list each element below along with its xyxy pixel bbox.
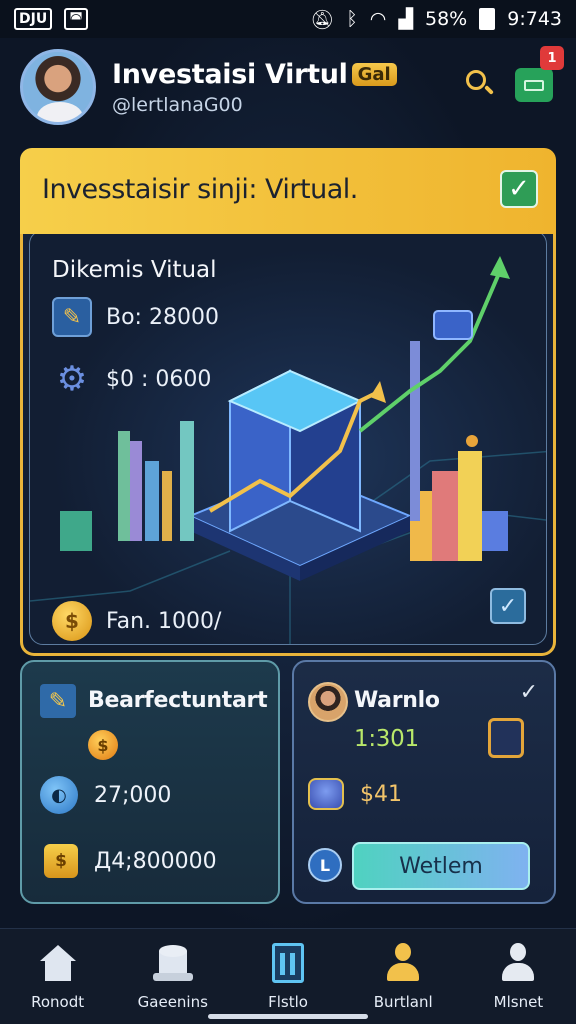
clock-icon: L: [308, 848, 342, 882]
wifi-icon: ◠: [369, 8, 387, 30]
left-card-header: ✎: [40, 684, 76, 718]
home-indicator[interactable]: [208, 1014, 368, 1019]
status-app-badge: DJU: [14, 8, 53, 30]
stat-label: Bo: 28000: [106, 304, 219, 330]
user-gold-icon: [383, 943, 423, 983]
nav-label: Burtlanl: [373, 993, 433, 1011]
search-icon: [466, 70, 486, 90]
search-icon-handle: [484, 85, 494, 95]
right-card-header: [308, 682, 348, 722]
nav-item-portfolio[interactable]: Flstlo: [230, 929, 345, 1024]
nav-label: Flstlo: [268, 993, 308, 1011]
user-card-icon: [488, 718, 524, 758]
pencil-icon: ✎: [40, 684, 76, 718]
promo-banner: Invesstaisir sinji: Virtual. ✓: [20, 148, 556, 234]
image-icon: ◚: [64, 8, 88, 30]
right-amount: $41: [360, 781, 402, 807]
page-title: Investaisi Virtul: [112, 58, 348, 90]
bluetooth-icon: ᛒ: [346, 8, 358, 30]
confirm-checkbox[interactable]: ✓: [490, 588, 526, 624]
search-button[interactable]: [462, 66, 498, 102]
coin-icon: $: [52, 601, 92, 641]
portfolio-icon: [268, 943, 308, 983]
title-badge: Gal: [351, 62, 397, 86]
left-card-value-2: $ Д4;800000: [44, 844, 217, 878]
status-left: DJU ◚: [14, 8, 88, 30]
banner-checkbox[interactable]: ✓: [500, 170, 538, 208]
nav-label: Gaeenins: [137, 993, 208, 1011]
city-growth-illustration: [30, 256, 546, 644]
action-button[interactable]: Wetlem: [352, 842, 530, 890]
cash-icon: $: [44, 844, 78, 878]
stat-row-balance: ✎ Bo: 28000: [52, 297, 219, 337]
portfolio-heading: Dikemis Vitual: [52, 257, 217, 283]
banner-title: Invesstaisir sinji: Virtual.: [42, 174, 358, 205]
user-block: Investaisi Virtul Gal @lertlanaG00: [112, 59, 397, 116]
mute-icon: 🔕︎: [310, 8, 335, 31]
status-bar: DJU ◚ 🔕︎ ᛒ ◠ ▟ 58% 9:743: [0, 0, 576, 38]
wallet-icon: [524, 80, 544, 91]
left-value-2: Д4;800000: [94, 848, 217, 874]
avatar: [308, 682, 348, 722]
battery-icon: [479, 8, 496, 30]
left-card-coin: $: [88, 730, 118, 760]
status-time: 9:743: [507, 8, 562, 30]
nav-label: Ronodt: [31, 993, 85, 1011]
right-card-amount: $41: [308, 778, 402, 810]
left-card-title: Bearfectuntart: [88, 688, 268, 713]
right-card-subvalue: 1:301: [354, 726, 419, 752]
badge-icon: [308, 778, 344, 810]
pencil-icon: ✎: [52, 297, 92, 337]
stat-row-growth: ⚙ $0 : 0600: [52, 359, 212, 399]
stat-row-funds: $ Fan. 1000/: [52, 601, 221, 641]
right-card-title: Warnlo: [354, 688, 440, 713]
portfolio-card-inner: Dikemis Vitual ✎ Bo: 28000 ⚙ $0 : 0600 $…: [29, 230, 547, 645]
user-handle: @lertlanaG00: [112, 93, 243, 116]
profile-header: Investaisi Virtul Gal @lertlanaG00: [0, 44, 576, 130]
notification-badge[interactable]: 1: [540, 46, 564, 70]
left-value-1: 27;000: [94, 782, 172, 808]
globe-icon: ◐: [40, 776, 78, 814]
wallet-button[interactable]: [515, 68, 553, 102]
left-summary-card[interactable]: ✎ Bearfectuntart $ ◐ 27;000 $ Д4;800000: [20, 660, 280, 904]
stat-label: $0 : 0600: [106, 366, 212, 392]
right-summary-card[interactable]: Warnlo ✓ 1:301 $41 L Wetlem: [292, 660, 556, 904]
user-title-row: Investaisi Virtul Gal: [112, 59, 397, 90]
avatar[interactable]: [20, 49, 96, 125]
stat-label: Fan. 1000/: [106, 608, 222, 634]
portfolio-card: Dikemis Vitual ✎ Bo: 28000 ⚙ $0 : 0600 $…: [20, 228, 556, 656]
nav-label: Mlsnet: [493, 993, 544, 1011]
gear-icon: ⚙: [56, 359, 88, 399]
signal-icon: ▟: [398, 8, 413, 30]
cylinder-icon: [152, 943, 193, 983]
nav-item-games[interactable]: Gaeenins: [115, 929, 230, 1024]
bottom-nav: Ronodt Gaeenins Flstlo Burtlanl Mlsnet: [0, 928, 576, 1024]
status-right: 🔕︎ ᛒ ◠ ▟ 58% 9:743: [310, 8, 562, 31]
battery-percent: 58%: [425, 8, 468, 30]
left-card-value-1: ◐ 27;000: [40, 776, 171, 814]
nav-item-profile[interactable]: Burtlanl: [346, 929, 461, 1024]
nav-item-home[interactable]: Ronodt: [0, 929, 115, 1024]
nav-item-account[interactable]: Mlsnet: [461, 929, 576, 1024]
coin-icon: $: [88, 730, 118, 760]
chevron-down-icon[interactable]: ✓: [520, 680, 538, 705]
user-white-icon: [498, 943, 538, 983]
home-icon: [38, 943, 78, 983]
